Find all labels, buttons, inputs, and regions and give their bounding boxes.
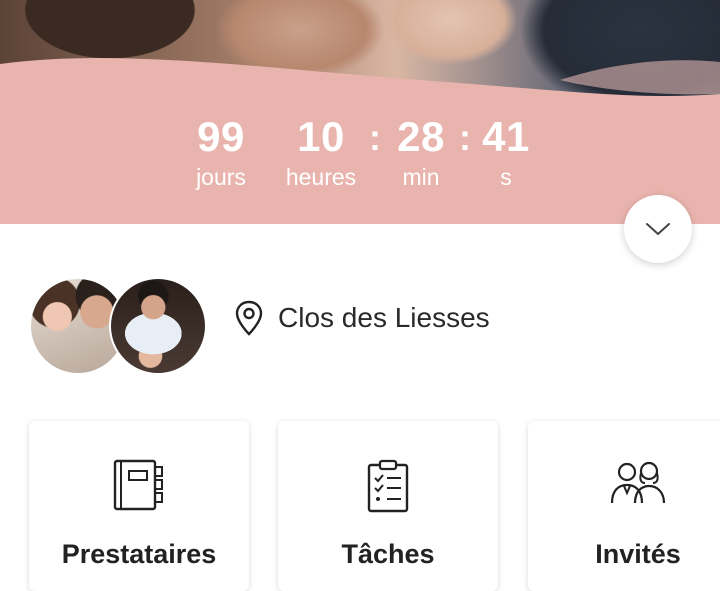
countdown: 99 jours 10 heures : 28 min : 41 s — [0, 112, 720, 212]
card-taches[interactable]: Tâches — [278, 421, 498, 591]
venue-location[interactable]: Clos des Liesses — [234, 298, 490, 338]
avatar — [109, 277, 207, 375]
checklist-icon — [367, 459, 409, 513]
couple-avatars[interactable] — [29, 277, 207, 375]
days-label: jours — [196, 164, 246, 190]
card-prestataires[interactable]: Prestataires — [29, 421, 249, 591]
days-value: 99 — [197, 113, 245, 160]
expand-button[interactable] — [624, 195, 692, 263]
seconds-value: 41 — [482, 113, 530, 160]
card-label: Tâches — [341, 539, 435, 569]
hours-label: heures — [285, 164, 357, 190]
countdown-days: 99 jours — [166, 112, 276, 192]
hero-header: 99 jours 10 heures : 28 min : 41 s — [0, 0, 720, 224]
guests-icon — [610, 461, 666, 504]
card-label: Prestataires — [61, 539, 217, 569]
map-pin-icon — [235, 300, 263, 336]
countdown-seconds: 41 s — [451, 112, 561, 192]
notebook-icon — [113, 459, 163, 511]
hours-value: 10 — [297, 113, 345, 160]
card-invites[interactable]: Invités — [528, 421, 720, 591]
chevron-down-icon — [646, 223, 670, 235]
card-label: Invités — [595, 539, 681, 569]
seconds-label: s — [500, 164, 512, 190]
countdown-hours: 10 heures — [266, 112, 376, 192]
venue-name: Clos des Liesses — [278, 302, 490, 333]
